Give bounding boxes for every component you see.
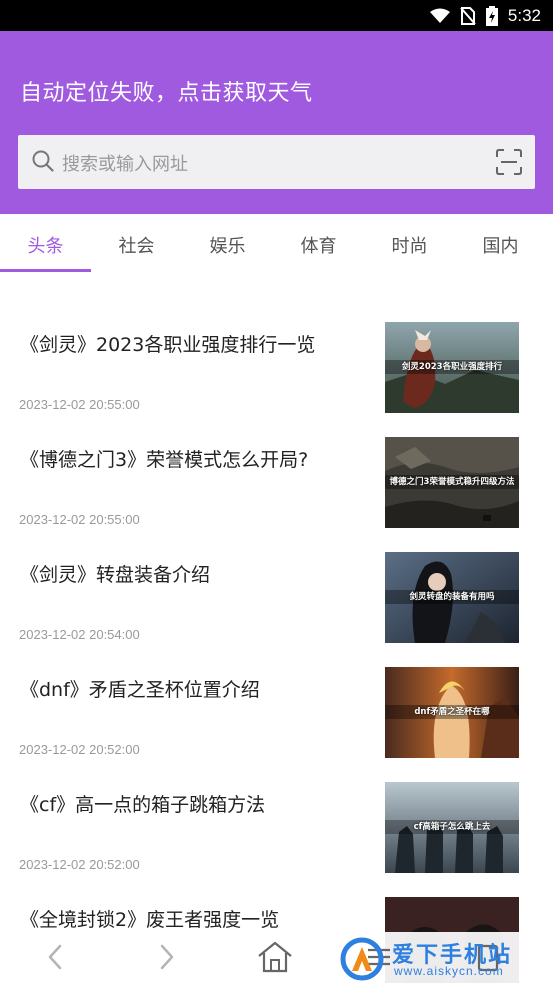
news-title: 《博德之门3》荣誉模式怎么开局? — [20, 449, 309, 471]
tab-domestic[interactable]: 国内 — [455, 232, 546, 258]
list-item[interactable]: 《剑灵》转盘装备介绍 2023-12-02 20:54:00 剑灵转盘的装备有用… — [0, 536, 553, 651]
list-item[interactable]: 《剑灵》2023各职业强度排行一览 2023-12-02 20:55:00 剑灵… — [0, 306, 553, 421]
watermark-url: www.aiskycn.com — [394, 964, 504, 978]
status-icons: 5:32 — [429, 4, 541, 28]
tab-headlines[interactable]: 头条 — [0, 232, 91, 258]
thumb-caption: 博德之门3荣誉模式稳升四级方法 — [389, 477, 515, 487]
tab-society[interactable]: 社会 — [91, 232, 182, 258]
thumb-caption: cf高箱子怎么跳上去 — [413, 822, 491, 832]
news-date: 2023-12-02 20:52:00 — [19, 742, 140, 757]
news-title: 《dnf》矛盾之圣杯位置介绍 — [20, 679, 260, 701]
search-icon — [32, 150, 54, 172]
tab-active-indicator — [0, 269, 91, 272]
thumb-caption: dnf矛盾之圣杯在哪 — [414, 707, 490, 717]
news-date: 2023-12-02 20:55:00 — [19, 397, 140, 412]
battery-charging-icon — [485, 6, 498, 26]
no-sim-icon — [460, 7, 476, 25]
list-item[interactable]: 《博德之门3》荣誉模式怎么开局? 2023-12-02 20:55:00 博德之… — [0, 421, 553, 536]
news-date: 2023-12-02 20:54:00 — [19, 627, 140, 642]
wifi-icon — [429, 8, 450, 23]
news-thumbnail: cf高箱子怎么跳上去 — [385, 782, 519, 873]
tab-sports[interactable]: 体育 — [273, 232, 364, 258]
news-thumbnail: dnf矛盾之圣杯在哪 — [385, 667, 519, 758]
search-bar[interactable]: 搜索或输入网址 — [18, 135, 535, 189]
watermark-logo-icon — [340, 937, 384, 981]
scan-icon[interactable] — [495, 148, 523, 176]
list-item[interactable]: 《dnf》矛盾之圣杯位置介绍 2023-12-02 20:52:00 dnf矛盾… — [0, 651, 553, 766]
search-placeholder: 搜索或输入网址 — [62, 154, 188, 175]
forward-icon[interactable] — [156, 940, 178, 974]
back-icon[interactable] — [44, 940, 66, 974]
news-thumbnail: 博德之门3荣誉模式稳升四级方法 — [385, 437, 519, 528]
home-icon[interactable] — [256, 940, 294, 974]
weather-prompt[interactable]: 自动定位失败，点击获取天气 — [20, 75, 313, 107]
news-title: 《全境封锁2》废王者强度一览 — [20, 909, 280, 931]
list-item[interactable]: 《cf》高一点的箱子跳箱方法 2023-12-02 20:52:00 cf高箱子… — [0, 766, 553, 881]
thumb-caption: 剑灵2023各职业强度排行 — [401, 362, 503, 372]
news-date: 2023-12-02 20:55:00 — [19, 512, 140, 527]
news-title: 《cf》高一点的箱子跳箱方法 — [20, 794, 266, 816]
news-title: 《剑灵》转盘装备介绍 — [20, 564, 211, 586]
tab-entertainment[interactable]: 娱乐 — [182, 232, 273, 258]
news-thumbnail: 剑灵2023各职业强度排行 — [385, 322, 519, 413]
site-watermark: 爱下手机站 www.aiskycn.com — [334, 933, 550, 983]
status-bar: 5:32 — [0, 0, 553, 31]
thumb-caption: 剑灵转盘的装备有用吗 — [409, 592, 495, 602]
news-date: 2023-12-02 20:52:00 — [19, 857, 140, 872]
tab-fashion[interactable]: 时尚 — [364, 232, 455, 258]
news-title: 《剑灵》2023各职业强度排行一览 — [20, 334, 316, 356]
news-thumbnail: 剑灵转盘的装备有用吗 — [385, 552, 519, 643]
header: 自动定位失败，点击获取天气 搜索或输入网址 — [0, 31, 553, 214]
category-tabs: 头条 社会 娱乐 体育 时尚 国内 — [0, 214, 553, 274]
status-time: 5:32 — [507, 6, 541, 25]
